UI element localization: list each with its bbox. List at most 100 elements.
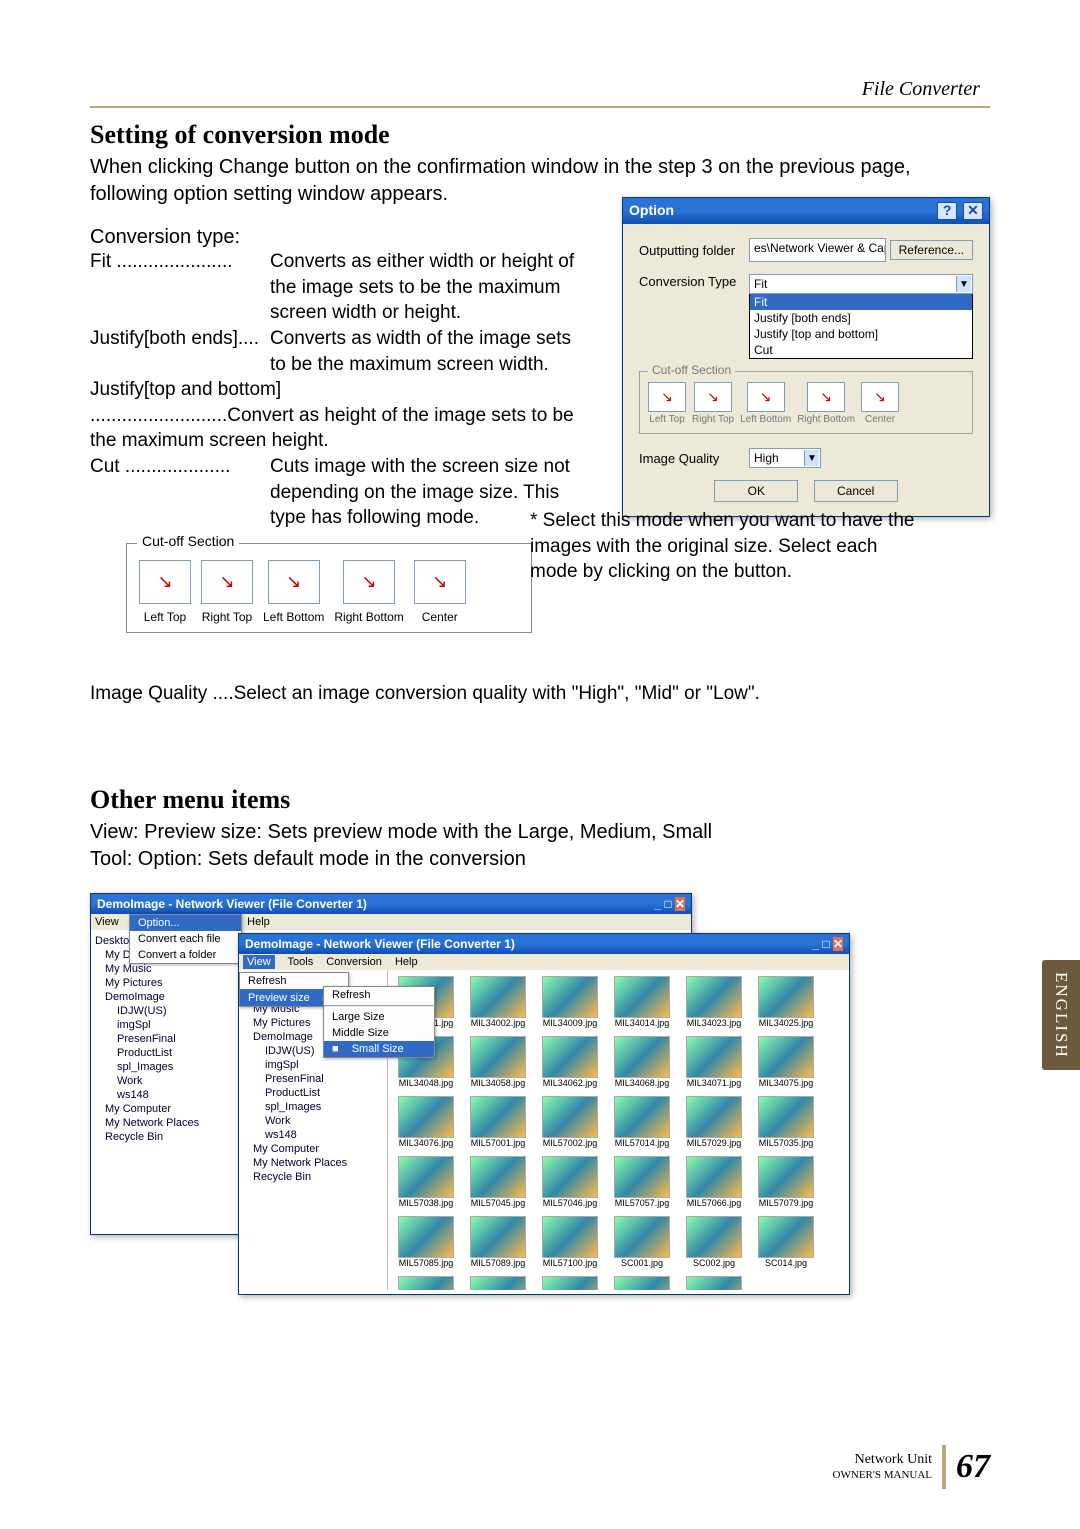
thumbnail[interactable]: MIL34075.jpg (754, 1036, 818, 1088)
dialog-titlebar[interactable]: Option ? ✕ (623, 198, 989, 224)
tree-item[interactable]: spl_Images (95, 1060, 235, 1074)
submenu-small[interactable]: ■ Small Size (324, 1041, 434, 1057)
folder-tree[interactable]: DesktopMy DocumentsMy MusicMy PicturesDe… (91, 930, 240, 1230)
help-button[interactable]: ? (937, 202, 957, 220)
thumbnail[interactable]: MIL57014.jpg (610, 1096, 674, 1148)
tree-item[interactable]: spl_Images (243, 1100, 383, 1114)
image-quality-dropdown[interactable]: High ▼ (749, 448, 821, 468)
thumbnail[interactable]: MIL57035.jpg (754, 1096, 818, 1148)
menu-view[interactable]: View (243, 955, 275, 969)
thumbnail[interactable]: MIL34062.jpg (538, 1036, 602, 1088)
dropdown-option-fit[interactable]: Fit (750, 294, 972, 310)
tree-item[interactable]: Work (95, 1074, 235, 1088)
menu-help[interactable]: Help (247, 916, 270, 928)
reference-button[interactable]: Reference... (890, 240, 973, 260)
tree-item[interactable]: My Computer (243, 1142, 383, 1156)
tree-item[interactable]: My Network Places (95, 1116, 235, 1130)
menu-tools[interactable]: Tools (288, 956, 314, 968)
thumbnail[interactable]: SC044.jpg (538, 1276, 602, 1290)
chevron-down-icon[interactable]: ▼ (956, 276, 971, 292)
conversion-type-dropdown[interactable]: Fit ▼ (749, 274, 973, 294)
tree-item[interactable]: ws148 (243, 1128, 383, 1142)
tile-center[interactable]: ↘ (414, 560, 466, 604)
close-button[interactable]: ✕ (963, 202, 983, 220)
tile-right-top[interactable]: ↘ (201, 560, 253, 604)
menu-conversion[interactable]: Conversion (326, 956, 382, 968)
thumbnail[interactable]: SC021.jpg (394, 1276, 458, 1290)
thumbnail[interactable]: MIL57079.jpg (754, 1156, 818, 1208)
thumbnail[interactable]: SC001.jpg (610, 1216, 674, 1268)
tree-item[interactable]: Recycle Bin (95, 1130, 235, 1144)
window-titlebar[interactable]: DemoImage - Network Viewer (File Convert… (239, 934, 849, 954)
tile-right-top[interactable]: ↘ (694, 382, 732, 412)
tile-right-bottom[interactable]: ↘ (807, 382, 845, 412)
chevron-down-icon[interactable]: ▼ (804, 450, 819, 466)
thumbnail[interactable]: MIL57029.jpg (682, 1096, 746, 1148)
tree-item[interactable]: Recycle Bin (243, 1170, 383, 1184)
tree-item[interactable]: My Computer (95, 1102, 235, 1116)
tree-item[interactable]: ws148 (95, 1088, 235, 1102)
tree-item[interactable]: PresenFinal (243, 1072, 383, 1086)
tree-item[interactable]: DemoImage (95, 990, 235, 1004)
thumbnail[interactable]: MIL34009.jpg (538, 976, 602, 1028)
submenu-option[interactable]: Option... (130, 915, 241, 931)
tree-item[interactable]: ProductList (243, 1086, 383, 1100)
window-titlebar[interactable]: DemoImage - Network Viewer (File Convert… (91, 894, 691, 914)
thumbnail[interactable]: MIL57089.jpg (466, 1216, 530, 1268)
close-icon[interactable]: ✕ (833, 937, 843, 951)
thumbnail[interactable]: MIL57046.jpg (538, 1156, 602, 1208)
thumbnail[interactable]: MIL34076.jpg (394, 1096, 458, 1148)
thumbnail[interactable]: MIL34068.jpg (610, 1036, 674, 1088)
thumbnail[interactable]: MIL57100.jpg (538, 1216, 602, 1268)
minimize-icon[interactable]: _ (812, 937, 819, 951)
thumbnail[interactable]: SC026.jpg (466, 1276, 530, 1290)
thumbnail[interactable]: MIL34023.jpg (682, 976, 746, 1028)
thumbnail[interactable]: MIL57066.jpg (682, 1156, 746, 1208)
submenu-convert-folder[interactable]: Convert a folder (130, 947, 241, 963)
tree-item[interactable]: imgSpl (95, 1018, 235, 1032)
thumbnail[interactable]: MIL34014.jpg (610, 976, 674, 1028)
thumbnail[interactable]: MIL57002.jpg (538, 1096, 602, 1148)
thumbnail[interactable]: MIL57085.jpg (394, 1216, 458, 1268)
cancel-button[interactable]: Cancel (814, 480, 898, 502)
thumbnail[interactable]: SC060.jpg (682, 1276, 746, 1290)
maximize-icon[interactable]: □ (822, 937, 829, 951)
thumbnail[interactable]: MIL57001.jpg (466, 1096, 530, 1148)
tree-item[interactable]: imgSpl (243, 1058, 383, 1072)
ok-button[interactable]: OK (714, 480, 798, 502)
tree-item[interactable]: PresenFinal (95, 1032, 235, 1046)
thumbnail[interactable]: MIL57057.jpg (610, 1156, 674, 1208)
dropdown-option-cut[interactable]: Cut (750, 342, 972, 358)
thumbnail[interactable]: MIL34002.jpg (466, 976, 530, 1028)
menu-view[interactable]: View (95, 916, 119, 928)
thumbnail[interactable]: MIL57038.jpg (394, 1156, 458, 1208)
thumbnail[interactable]: SC002.jpg (682, 1216, 746, 1268)
tree-item[interactable]: My Music (95, 962, 235, 976)
tile-left-top[interactable]: ↘ (648, 382, 686, 412)
submenu-refresh2[interactable]: Refresh (324, 987, 434, 1003)
dropdown-option-justify-tb[interactable]: Justify [top and bottom] (750, 326, 972, 342)
close-icon[interactable]: ✕ (675, 897, 685, 911)
tile-left-top[interactable]: ↘ (139, 560, 191, 604)
tree-item[interactable]: My Pictures (95, 976, 235, 990)
thumbnail[interactable]: SC051.jpg (610, 1276, 674, 1290)
tree-item[interactable]: Work (243, 1114, 383, 1128)
outputting-input[interactable]: es\Network Viewer & Capture (749, 238, 886, 262)
menu-help[interactable]: Help (395, 956, 418, 968)
tree-item[interactable]: IDJW(US) (95, 1004, 235, 1018)
submenu-convert-each[interactable]: Convert each file (130, 931, 241, 947)
thumbnail[interactable]: MIL34025.jpg (754, 976, 818, 1028)
submenu-large[interactable]: Large Size (324, 1009, 434, 1025)
maximize-icon[interactable]: □ (664, 897, 671, 911)
thumbnail[interactable]: MIL34058.jpg (466, 1036, 530, 1088)
tree-item[interactable]: My Network Places (243, 1156, 383, 1170)
thumbnail[interactable]: SC014.jpg (754, 1216, 818, 1268)
thumbnail[interactable]: MIL34071.jpg (682, 1036, 746, 1088)
tile-right-bottom[interactable]: ↘ (343, 560, 395, 604)
thumbnail[interactable]: MIL57045.jpg (466, 1156, 530, 1208)
tile-left-bottom[interactable]: ↘ (268, 560, 320, 604)
thumbnail-pane[interactable]: MIL34001.jpgMIL34002.jpgMIL34009.jpgMIL3… (388, 970, 849, 1290)
tile-center[interactable]: ↘ (861, 382, 899, 412)
tree-item[interactable]: ProductList (95, 1046, 235, 1060)
tile-left-bottom[interactable]: ↘ (747, 382, 785, 412)
